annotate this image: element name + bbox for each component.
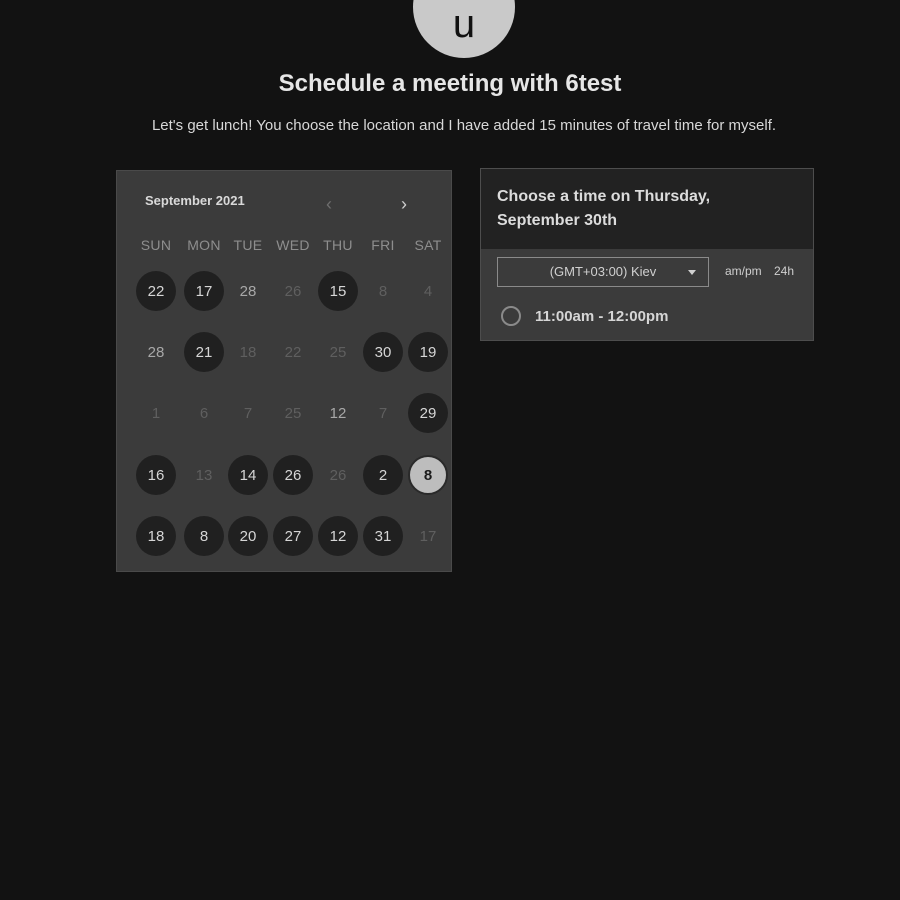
calendar-day: 25 bbox=[284, 404, 302, 422]
calendar-day[interactable]: 18 bbox=[136, 516, 176, 556]
calendar-day[interactable]: 31 bbox=[363, 516, 403, 556]
calendar-day[interactable]: 20 bbox=[228, 516, 268, 556]
timezone-select[interactable]: (GMT+03:00) Kiev bbox=[497, 257, 709, 287]
chevron-left-icon[interactable]: ‹ bbox=[317, 193, 341, 217]
calendar-day: 6 bbox=[199, 404, 209, 422]
calendar-day[interactable]: 16 bbox=[136, 455, 176, 495]
calendar-day[interactable]: 27 bbox=[273, 516, 313, 556]
calendar-day: 1 bbox=[151, 404, 161, 422]
calendar-day[interactable]: 14 bbox=[228, 455, 268, 495]
host-avatar: u bbox=[413, 0, 515, 58]
time-slot-option[interactable]: 11:00am - 12:00pm bbox=[501, 303, 668, 329]
weekday-label: TUE bbox=[233, 237, 263, 253]
calendar-day[interactable]: 26 bbox=[273, 455, 313, 495]
calendar-day[interactable]: 22 bbox=[136, 271, 176, 311]
format-12h-toggle[interactable]: am/pm bbox=[725, 264, 762, 278]
calendar-day: 13 bbox=[195, 466, 213, 484]
calendar-day: 22 bbox=[284, 343, 302, 361]
calendar-day: 12 bbox=[329, 404, 347, 422]
calendar-day: 28 bbox=[147, 343, 165, 361]
date-picker-calendar: September 2021 ‹ › SUN MON TUE WED THU FRI SAT… bbox=[116, 170, 452, 572]
chevron-right-icon[interactable]: › bbox=[392, 193, 416, 217]
calendar-day: 28 bbox=[239, 282, 257, 300]
time-selection-panel: Choose a time on Thursday, September 30t… bbox=[480, 168, 814, 341]
calendar-day-selected[interactable]: 8 bbox=[408, 455, 448, 495]
calendar-day[interactable]: 15 bbox=[318, 271, 358, 311]
calendar-day[interactable]: 30 bbox=[363, 332, 403, 372]
calendar-day: 8 bbox=[378, 282, 388, 300]
calendar-day: 7 bbox=[378, 404, 388, 422]
calendar-day: 7 bbox=[243, 404, 253, 422]
weekday-label: WED bbox=[276, 237, 310, 253]
caret-down-icon bbox=[688, 270, 696, 275]
weekday-label: MON bbox=[187, 237, 221, 253]
time-slot-label: 11:00am - 12:00pm bbox=[535, 307, 669, 325]
calendar-day[interactable]: 12 bbox=[318, 516, 358, 556]
calendar-day: 17 bbox=[419, 527, 437, 545]
radio-button[interactable] bbox=[501, 306, 521, 326]
event-description: Let's get lunch! You choose the location… bbox=[151, 117, 777, 134]
avatar-initial: u bbox=[452, 1, 476, 46]
weekday-label: SAT bbox=[414, 237, 442, 253]
calendar-month-label: September 2021 bbox=[145, 193, 245, 208]
calendar-day[interactable]: 8 bbox=[184, 516, 224, 556]
timezone-value: (GMT+03:00) Kiev bbox=[549, 264, 657, 279]
format-24h-toggle[interactable]: 24h bbox=[774, 264, 794, 278]
weekday-label: THU bbox=[323, 237, 353, 253]
page-title: Schedule a meeting with 6test bbox=[278, 70, 622, 97]
calendar-day[interactable]: 19 bbox=[408, 332, 448, 372]
weekday-label: FRI bbox=[371, 237, 395, 253]
calendar-day: 4 bbox=[423, 282, 433, 300]
time-panel-heading: Choose a time on Thursday, September 30t… bbox=[481, 169, 813, 249]
calendar-day: 26 bbox=[284, 282, 302, 300]
calendar-day: 25 bbox=[329, 343, 347, 361]
calendar-day[interactable]: 17 bbox=[184, 271, 224, 311]
scheduling-page: u Schedule a meeting with 6test Let's ge… bbox=[0, 0, 900, 900]
calendar-day: 18 bbox=[239, 343, 257, 361]
calendar-day: 26 bbox=[329, 466, 347, 484]
calendar-day[interactable]: 21 bbox=[184, 332, 224, 372]
calendar-day[interactable]: 29 bbox=[408, 393, 448, 433]
weekday-label: SUN bbox=[140, 237, 172, 253]
calendar-day[interactable]: 2 bbox=[363, 455, 403, 495]
